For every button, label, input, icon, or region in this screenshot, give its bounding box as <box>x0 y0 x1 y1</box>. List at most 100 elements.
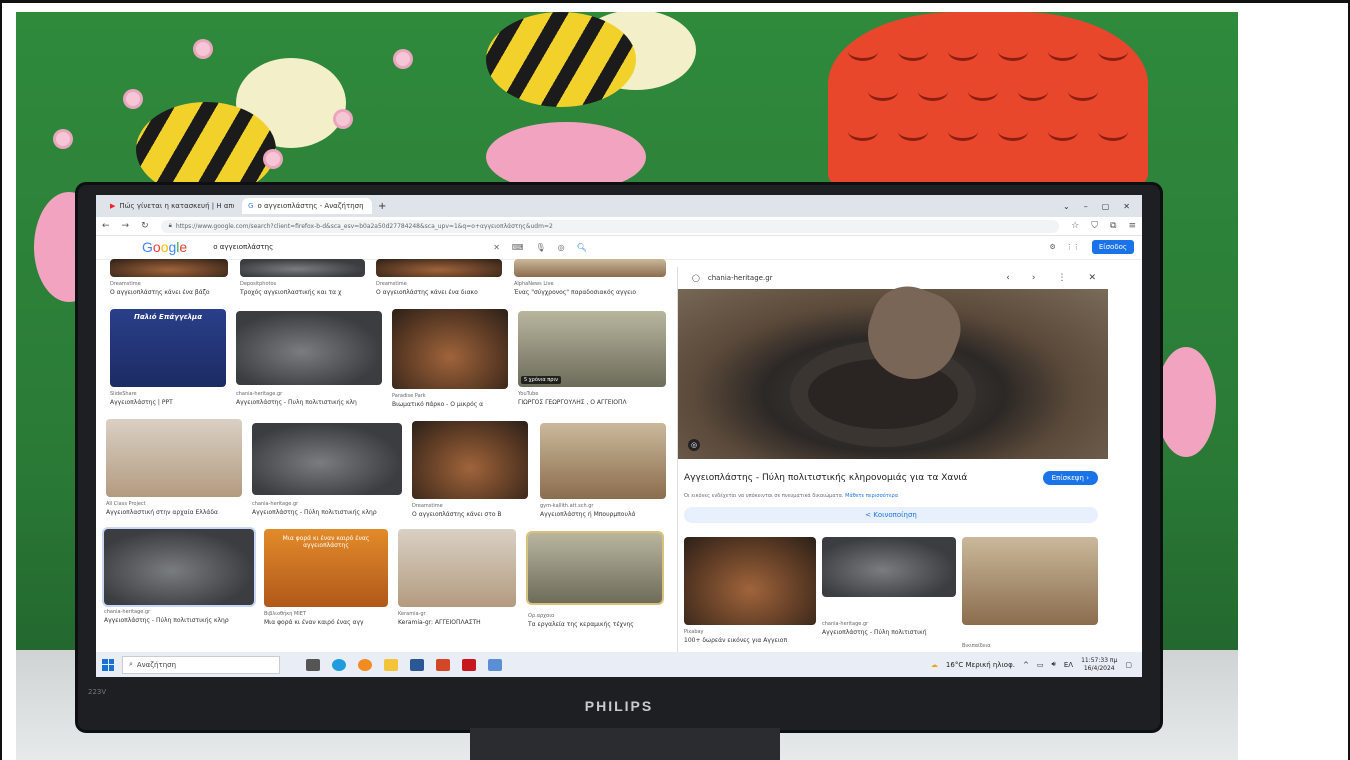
network-icon[interactable]: ▭ <box>1037 661 1044 669</box>
result-tile[interactable]: Παλιό Επάγγελμα SlideShare Αγγειοπλάστης… <box>110 309 226 409</box>
result-tile[interactable]: 5 χρόνια πριν YouTube ΓΙΩΡΓΟΣ ΓΕΩΡΓΟΥΛΗΣ… <box>518 311 666 411</box>
language-indicator[interactable]: ΕΛ <box>1064 661 1073 669</box>
result-caption: Βιωματικό πάρκο - Ο μικρός α <box>392 401 484 408</box>
image-preview-panel: ◯ chania-heritage.gr ‹ › ⋮ ✕ ◎ Αγγειοπλά… <box>678 267 1108 667</box>
prev-arrow-icon[interactable]: ‹ <box>1006 273 1010 283</box>
result-source: Keramia-gr <box>398 611 426 617</box>
back-arrow-icon[interactable]: ← <box>96 221 116 231</box>
result-tile[interactable]: Depositphotos Τροχός αγγειοπλαστικής και… <box>240 259 365 303</box>
apps-grid-icon[interactable]: ⋮⋮ <box>1066 243 1080 251</box>
result-tile[interactable]: All Class Project Αγγειοπλαστική στην αρ… <box>106 419 242 519</box>
powerpoint-icon[interactable] <box>436 658 450 671</box>
star-icon[interactable]: ☆ <box>1065 221 1085 231</box>
word-icon[interactable] <box>410 658 424 671</box>
new-tab-button[interactable]: + <box>378 201 386 212</box>
related-source: Βικιπαίδεια <box>962 643 991 649</box>
weather-text[interactable]: 16°C Μερική ηλιοφ. <box>946 661 1015 669</box>
mic-icon[interactable]: 🎙︎ <box>535 243 545 252</box>
acrobat-icon[interactable] <box>462 658 476 671</box>
tab-label: ο αγγειοπλάστης - Αναζήτηση <box>257 202 364 210</box>
blossom <box>196 42 210 56</box>
result-tile[interactable]: Dreamstime Ο αγγειοπλάστης κάνει στο Β <box>412 421 528 521</box>
search-icon[interactable]: 🔍︎ <box>577 243 587 252</box>
result-caption: Ο αγγειοπλάστης κάνει ένα βάζο <box>110 289 210 296</box>
menu-icon[interactable]: ≡ <box>1122 221 1142 231</box>
result-tile[interactable]: Keramia-gr Keramia-gr: ΑΓΓΕΙΟΠΛΑΣΤΗ <box>398 529 516 633</box>
notepad-icon[interactable] <box>488 658 502 671</box>
keyboard-icon[interactable]: ⌨ <box>512 243 524 252</box>
result-tile[interactable]: gym-kallith.att.sch.gr Αγγειοπλάστης ή Μ… <box>540 423 666 523</box>
result-tile[interactable]: chania-heritage.gr Αγγειοπλάστης - Πύλη … <box>252 423 402 523</box>
next-arrow-icon[interactable]: › <box>1032 273 1036 283</box>
result-tile[interactable]: Μια φορά κι έναν καιρό ένας αγγειοπλάστη… <box>264 529 388 633</box>
maximize-icon[interactable]: ▢ <box>1102 202 1110 211</box>
result-tile[interactable]: chania-heritage.gr Αγγειοπλάστης - Πυλη … <box>236 311 382 411</box>
url-text: https://www.google.com/search?client=fir… <box>175 222 553 230</box>
monitor-brand: PHILIPS <box>584 698 654 714</box>
lens-search-icon[interactable]: ◎ <box>688 439 700 451</box>
file-explorer-icon[interactable] <box>384 658 398 671</box>
windows-start-icon[interactable] <box>102 658 114 671</box>
panel-title[interactable]: Αγγειοπλάστης - Πύλη πολιτιστικής κληρον… <box>684 473 967 483</box>
reload-icon[interactable]: ↻ <box>135 221 155 231</box>
google-logo[interactable]: Google <box>142 239 187 255</box>
search-tools: ✕ ⌨ 🎙︎ ◎ 🔍︎ <box>493 243 587 252</box>
signin-button[interactable]: Είσοδος <box>1091 240 1134 254</box>
bee-decoration <box>486 12 636 107</box>
chevron-down-icon[interactable]: ⌄ <box>1063 202 1070 211</box>
chevron-up-icon[interactable]: ^ <box>1023 661 1029 669</box>
close-icon[interactable]: ✕ <box>1088 273 1096 283</box>
notifications-icon[interactable]: ▢ <box>1125 661 1132 669</box>
result-source: Paradise Park <box>392 393 426 399</box>
visit-button[interactable]: Επίσκεψη › <box>1042 471 1098 485</box>
blossom <box>266 152 280 166</box>
task-view-icon[interactable] <box>306 658 320 671</box>
result-source: gym-kallith.att.sch.gr <box>540 503 594 509</box>
clock[interactable]: 11:57:33 πμ 16/4/2024 <box>1081 657 1117 673</box>
result-tile[interactable]: Paradise Park Βιωματικό πάρκο - Ο μικρός… <box>392 309 508 409</box>
result-caption: Αγγειοπλάστης | PPT <box>110 399 173 406</box>
url-field[interactable]: 🔒︎ https://www.google.com/search?client=… <box>160 219 1060 233</box>
lens-icon[interactable]: ◎ <box>558 243 565 252</box>
related-image[interactable] <box>822 537 956 597</box>
google-icon: G <box>248 202 254 210</box>
close-window-icon[interactable]: ✕ <box>1123 202 1130 211</box>
result-caption: Ένας "σύγχρονος" παραδοσιακός αγγειο <box>514 289 637 296</box>
tab-label: Πώς γίνεται η κατασκευή | Η απο… <box>119 202 234 210</box>
result-caption: Ο αγγειοπλάστης κάνει στο Β <box>412 511 502 518</box>
lock-icon: 🔒︎ <box>168 222 172 229</box>
edge-icon[interactable] <box>332 658 346 671</box>
taskbar-search[interactable]: ⌕ Αναζήτηση <box>122 655 280 674</box>
browser-tab-active[interactable]: G ο αγγειοπλάστης - Αναζήτηση ✕ <box>242 198 372 214</box>
volume-icon[interactable]: 🔊︎ <box>1051 660 1055 669</box>
result-source: All Class Project <box>106 501 146 507</box>
result-tile[interactable]: Dreamstime Ο αγγειοπλάστης κάνει ένα βάζ… <box>110 259 228 303</box>
result-tile[interactable]: chania-heritage.gr Αγγειοπλάστης - Πύλη … <box>104 529 254 633</box>
preview-image[interactable]: ◎ <box>678 276 1108 459</box>
result-caption: Τροχός αγγειοπλαστικής και τα χ <box>240 289 342 296</box>
shield-icon[interactable]: ⛉ <box>1085 221 1104 231</box>
extensions-icon[interactable]: ⧉ <box>1104 221 1122 231</box>
result-source: Βιβλιοθήκη ΜΙΕΤ <box>264 611 306 617</box>
related-image[interactable] <box>962 537 1098 625</box>
search-input[interactable]: ο αγγειοπλάστης <box>213 243 493 251</box>
clear-icon[interactable]: ✕ <box>493 243 500 252</box>
gear-icon[interactable]: ⚙ <box>1050 243 1056 251</box>
share-button[interactable]: < Κοινοποίηση <box>684 507 1098 523</box>
related-caption: 100+ δωρεάν εικόνες για Αγγειοπ <box>684 637 788 644</box>
result-tile[interactable]: Ορ.αρχαια Τα εργαλεία της κεραμικής τέχν… <box>528 533 662 637</box>
more-options-icon[interactable]: ⋮ <box>1057 273 1066 283</box>
result-tile[interactable]: Dreamstime Ο αγγειοπλάστης κάνει ένα δια… <box>376 259 502 303</box>
browser-tab[interactable]: ▶ Πώς γίνεται η κατασκευή | Η απο… ✕ <box>104 198 234 214</box>
result-tile[interactable]: AlphaNews Live Ένας "σύγχρονος" παραδοσι… <box>514 259 666 303</box>
result-caption: ΓΙΩΡΓΟΣ ΓΕΩΡΓΟΥΛΗΣ , Ο ΑΓΓΕΙΟΠΛ <box>518 399 627 406</box>
learn-more-link[interactable]: Μάθετε περισσότερα <box>845 493 898 499</box>
related-image[interactable] <box>684 537 816 625</box>
taskbar-search-placeholder: Αναζήτηση <box>136 660 177 669</box>
minimize-icon[interactable]: – <box>1084 202 1088 211</box>
bee-decoration <box>136 102 276 197</box>
result-source: chania-heritage.gr <box>236 391 283 397</box>
forward-arrow-icon[interactable]: → <box>116 221 136 231</box>
panel-site[interactable]: chania-heritage.gr <box>708 274 773 282</box>
firefox-icon[interactable] <box>358 658 372 671</box>
